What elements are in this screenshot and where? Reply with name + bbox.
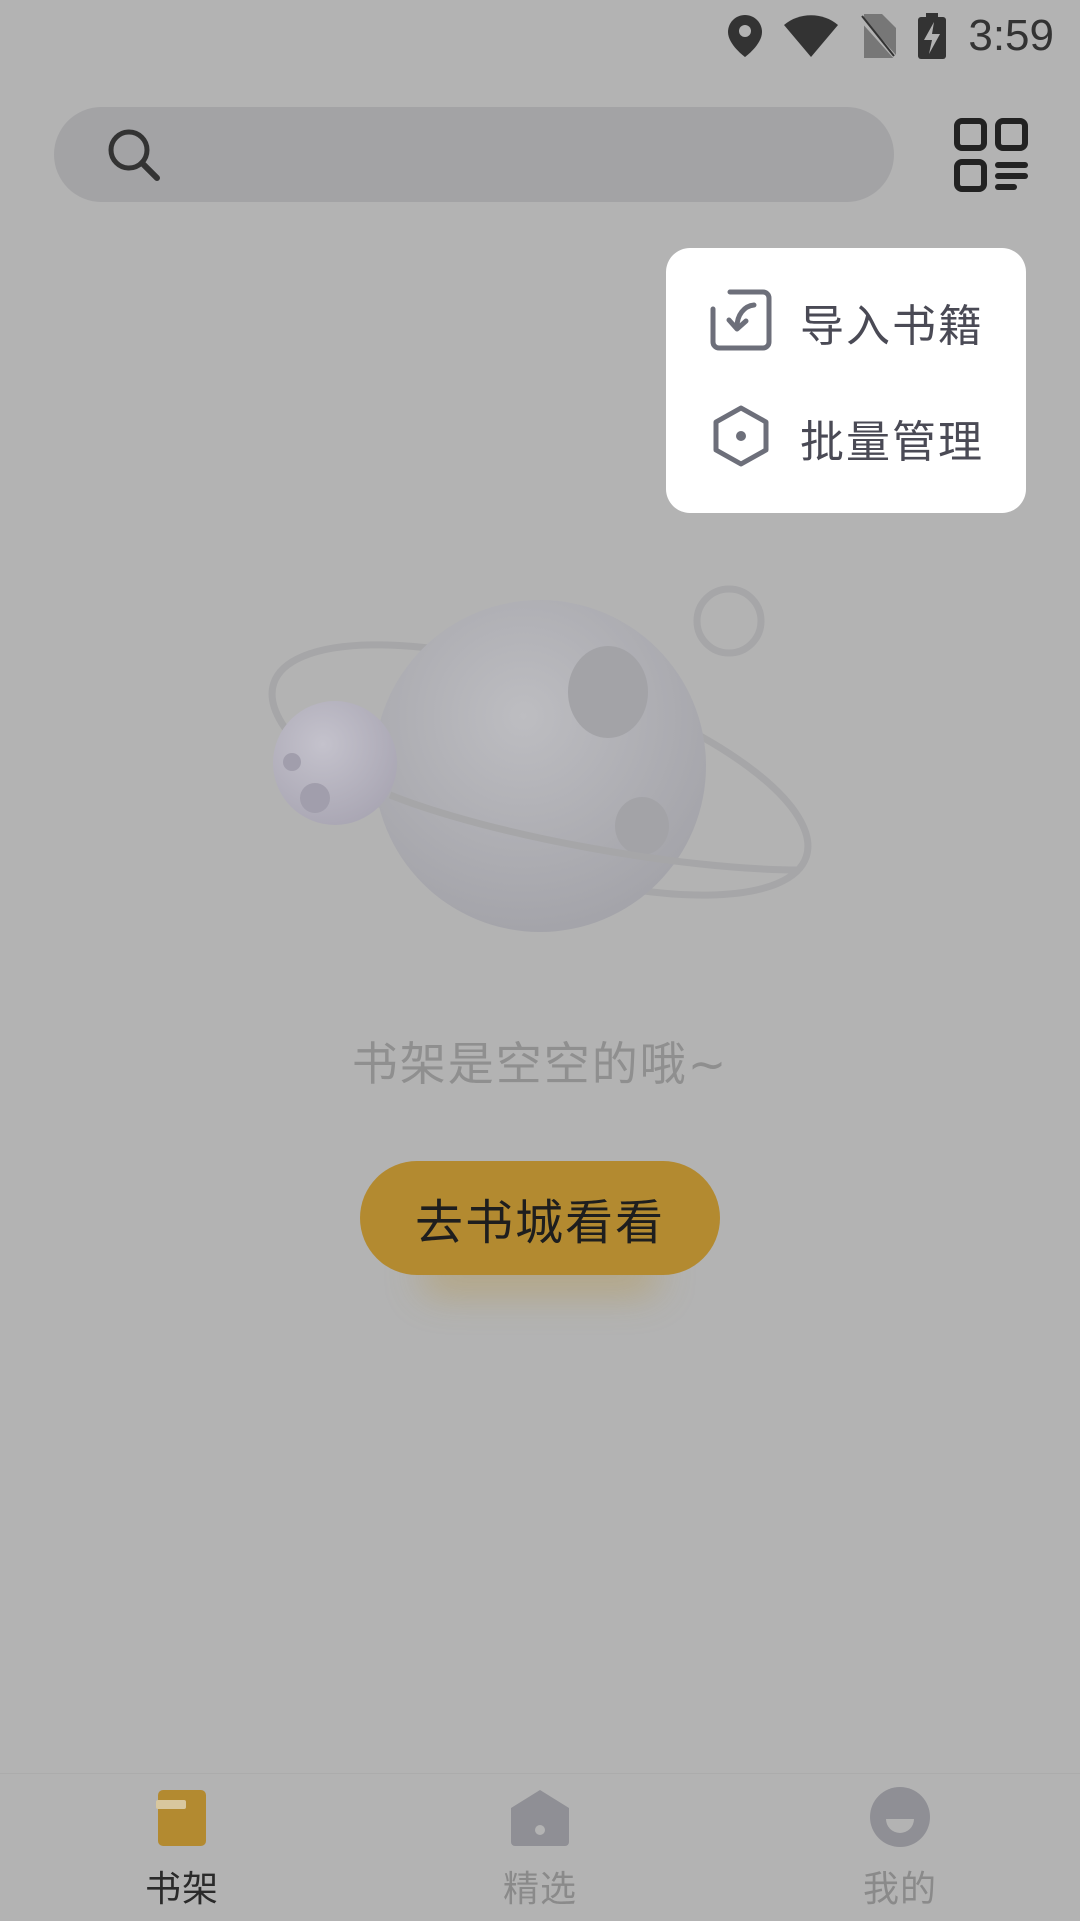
tab-profile[interactable]: 我的 <box>800 1774 1000 1921</box>
tab-featured[interactable]: 精选 <box>440 1774 640 1921</box>
empty-planet-illustration <box>240 570 840 950</box>
tab-bookshelf[interactable]: 书架 <box>82 1774 282 1921</box>
scan-menu-icon[interactable] <box>954 118 1028 196</box>
location-icon <box>728 15 763 57</box>
menu-item-label: 批量管理 <box>800 417 984 468</box>
status-bar: 3:59 <box>0 0 1080 72</box>
empty-state-message: 书架是空空的哦~ <box>351 1037 729 1091</box>
popup-menu: 导入书籍 批量管理 <box>666 248 1026 513</box>
no-sim-icon <box>860 14 897 58</box>
tab-label: 精选 <box>502 1869 577 1910</box>
menu-item-batch-manage[interactable]: 批量管理 <box>666 388 1026 488</box>
bottom-nav: 书架 精选 我的 <box>0 1773 1080 1921</box>
menu-item-import-books[interactable]: 导入书籍 <box>666 272 1026 372</box>
home-icon <box>509 1786 571 1856</box>
battery-charging-icon <box>918 13 947 59</box>
go-to-bookstore-button[interactable]: 去书城看看 <box>360 1161 720 1275</box>
wifi-icon <box>784 15 839 57</box>
status-time: 3:59 <box>968 11 1054 60</box>
tab-label: 书架 <box>144 1869 219 1910</box>
tab-label: 我的 <box>862 1869 937 1910</box>
import-icon <box>710 289 772 355</box>
search-input[interactable] <box>54 107 894 202</box>
profile-icon <box>869 1786 931 1856</box>
search-icon <box>106 127 162 187</box>
menu-item-label: 导入书籍 <box>800 301 984 352</box>
hexagon-icon <box>710 405 772 471</box>
bookshelf-icon <box>156 1786 208 1856</box>
